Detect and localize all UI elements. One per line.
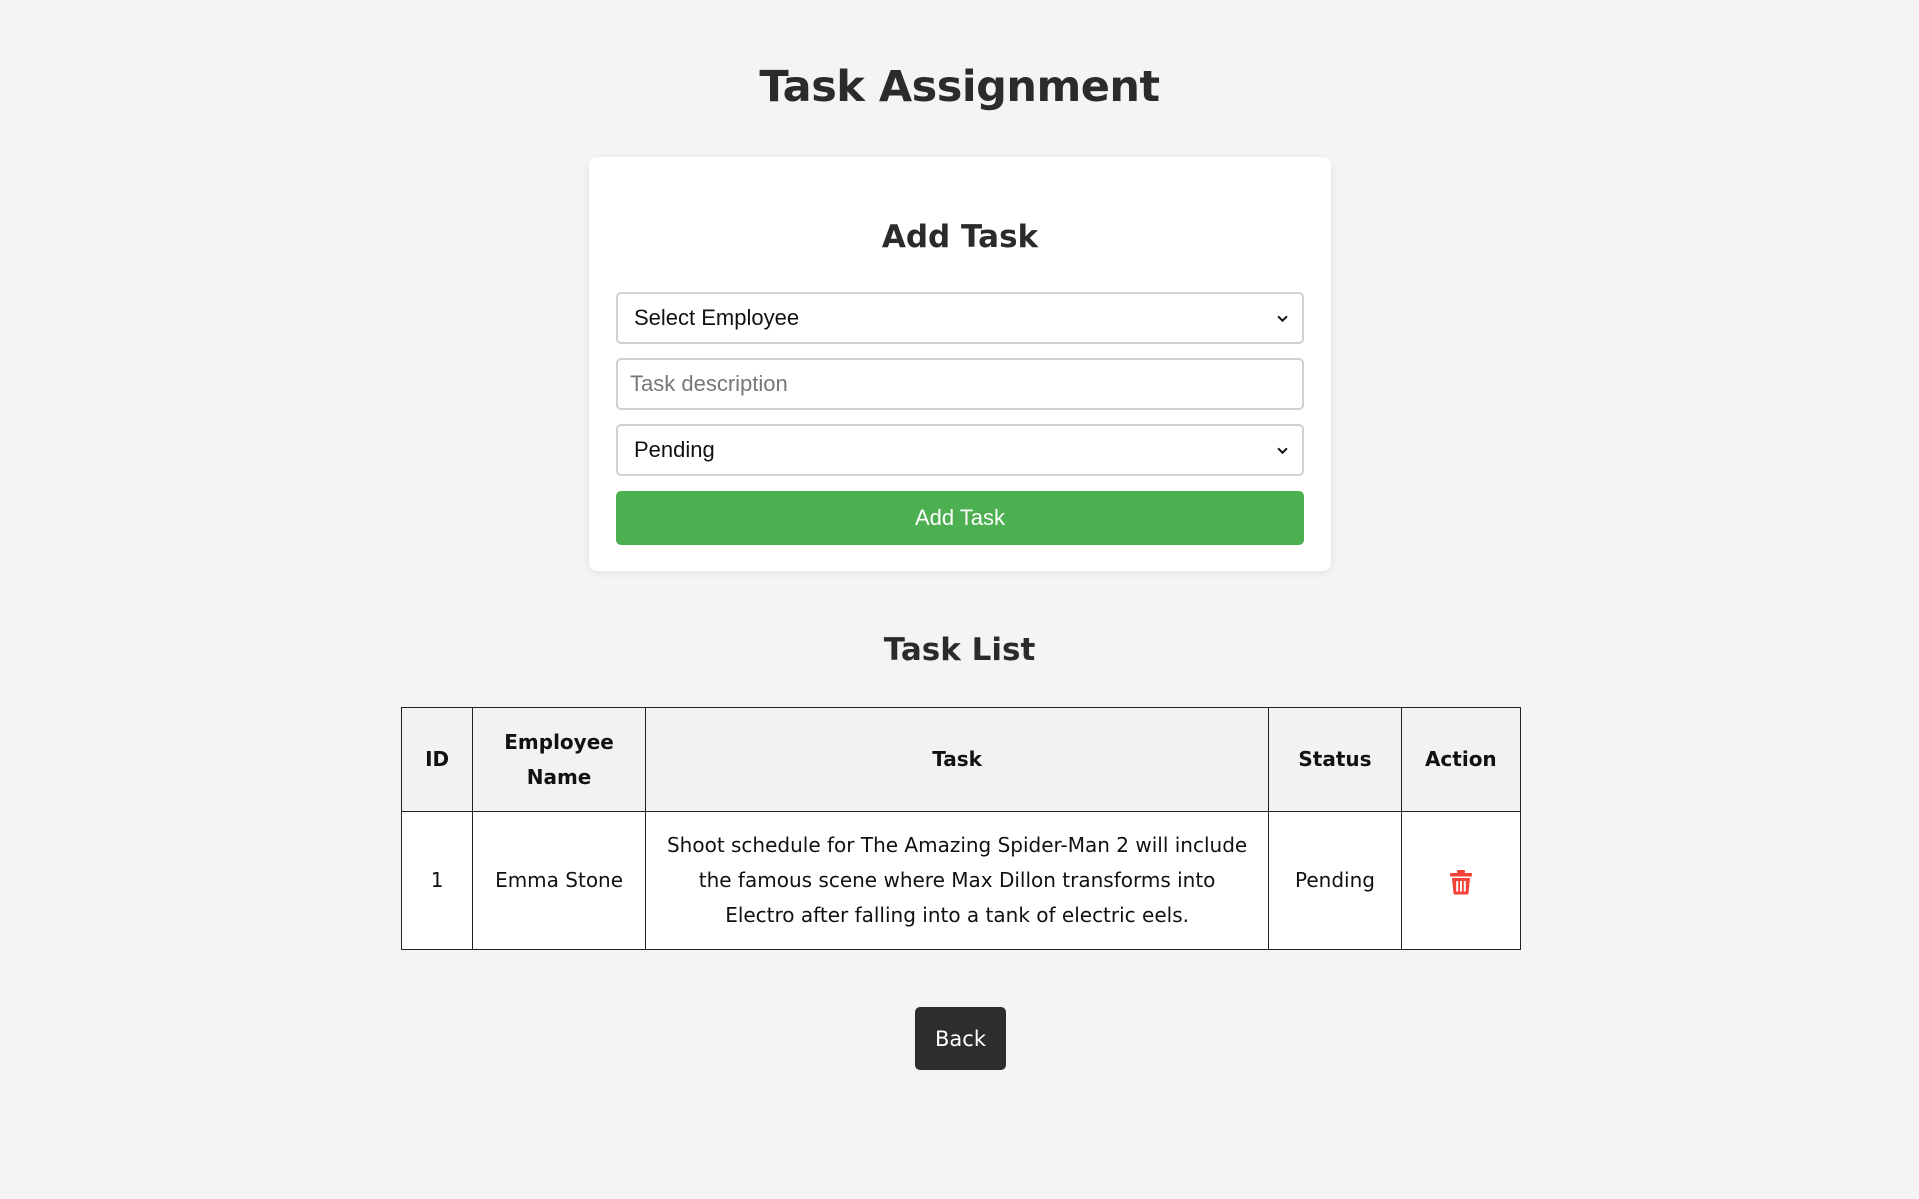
trash-icon[interactable] <box>1449 869 1473 895</box>
column-header-id: ID <box>400 707 474 812</box>
add-task-button[interactable]: Add Task <box>616 491 1304 545</box>
column-header-action: Action <box>1400 707 1522 812</box>
column-header-status: Status <box>1268 707 1402 812</box>
cell-action <box>1400 811 1522 950</box>
back-button[interactable]: Back <box>915 1007 1006 1070</box>
task-table: ID Employee Name Task Status Action 1 Em… <box>400 707 1522 950</box>
status-select[interactable]: Pending <box>616 424 1304 476</box>
add-task-card: Add Task Select Employee Task descriptio… <box>589 157 1331 571</box>
cell-id: 1 <box>400 811 474 950</box>
cell-task: Shoot schedule for The Amazing Spider-Ma… <box>644 811 1270 950</box>
employee-select[interactable]: Select Employee <box>616 292 1304 344</box>
page-title: Task Assignment <box>759 62 1160 112</box>
add-task-title: Add Task <box>881 219 1039 255</box>
column-header-employee-name: Employee Name <box>472 707 646 812</box>
cell-status: Pending <box>1268 811 1402 950</box>
cell-employee-name: Emma Stone <box>472 811 646 950</box>
task-list-title: Task List <box>883 632 1036 668</box>
chevron-down-icon <box>1277 315 1288 322</box>
table-header-row: ID Employee Name Task Status Action <box>400 707 1522 812</box>
task-description-placeholder: Task description <box>630 371 788 396</box>
status-select-value: Pending <box>634 437 715 462</box>
employee-select-value: Select Employee <box>634 305 800 330</box>
column-header-task: Task <box>644 707 1270 812</box>
table-row: 1 Emma Stone Shoot schedule for The Amaz… <box>400 811 1522 950</box>
task-description-input[interactable]: Task description <box>616 358 1304 410</box>
chevron-down-icon <box>1277 447 1288 454</box>
